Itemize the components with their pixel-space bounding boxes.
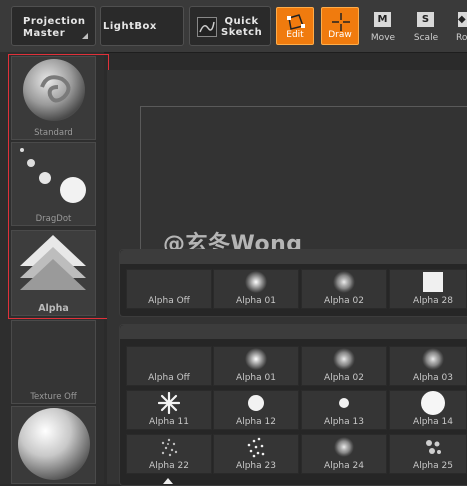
alpha-cell-label: Alpha 02: [324, 373, 364, 383]
projection-master-label: Projection Master: [23, 16, 86, 39]
hard-dot-icon: [248, 395, 264, 411]
alpha-22-cell[interactable]: Alpha 22: [126, 434, 212, 474]
recent-alpha-01[interactable]: Alpha 01: [213, 269, 299, 309]
edit-icon: [287, 14, 305, 30]
alpha-cell-label: Alpha 12: [236, 417, 276, 427]
noisy-dot-icon: [333, 348, 355, 370]
alpha-cell-label: Alpha 11: [149, 417, 189, 427]
alpha-01-thumb-icon: [245, 271, 267, 293]
alpha-library-header: [120, 325, 467, 339]
scale-icon: S: [417, 12, 434, 27]
alpha-12-cell[interactable]: Alpha 12: [213, 390, 299, 430]
top-toolbar: Projection Master LightBox Quick Sketch Ed…: [0, 0, 467, 53]
alpha-cell-label: Alpha 22: [149, 461, 189, 471]
rotate-label: Ro: [456, 33, 467, 43]
alpha-13-cell[interactable]: Alpha 13: [301, 390, 387, 430]
speckle-icon: [161, 438, 178, 457]
projection-master-button[interactable]: Projection Master: [11, 6, 96, 46]
alpha-28-square-icon: [423, 272, 443, 292]
alpha-25-cell[interactable]: Alpha 25: [389, 434, 467, 474]
rotate-icon: ◆: [458, 12, 467, 27]
edit-button[interactable]: Edit: [276, 7, 314, 45]
soft-dot-icon: [422, 348, 444, 370]
recent-alpha-28[interactable]: Alpha 28: [389, 269, 467, 309]
recent-alpha-label: Alpha 28: [413, 296, 453, 306]
speckle-icon: [247, 437, 265, 458]
recent-alphas-header: [120, 250, 467, 264]
alpha-24-cell[interactable]: Alpha 24: [301, 434, 387, 474]
alpha-01-cell[interactable]: Alpha 01: [213, 346, 299, 386]
alpha-cell-label: Alpha 03: [413, 373, 453, 383]
noise-blob-icon: [334, 437, 354, 457]
alpha-cell-label: Alpha 13: [324, 417, 364, 427]
corner-triangle-icon: [82, 33, 88, 39]
draw-button[interactable]: Draw: [321, 7, 359, 45]
alpha-11-cell[interactable]: Alpha 11: [126, 390, 212, 430]
alpha-02-cell[interactable]: Alpha 02: [301, 346, 387, 386]
alpha-cell-label: Alpha 23: [236, 461, 276, 471]
recent-alpha-label: Alpha 02: [324, 296, 364, 306]
highlight-box: [8, 54, 109, 319]
material-sphere-icon: [18, 408, 90, 480]
recent-alpha-label: Alpha Off: [148, 296, 190, 306]
alpha-off-cell[interactable]: Alpha Off: [126, 346, 212, 386]
quick-sketch-button[interactable]: Quick Sketch: [189, 6, 271, 46]
move-icon: M: [374, 12, 391, 27]
alpha-cell-label: Alpha 14: [413, 417, 453, 427]
rotate-button[interactable]: ◆ Ro: [450, 9, 467, 45]
sketch-icon: [197, 17, 217, 37]
cluster-dots-icon: [426, 440, 441, 454]
texture-slot[interactable]: Texture Off: [11, 320, 96, 404]
scale-label: Scale: [413, 33, 439, 43]
alpha-02-thumb-icon: [333, 271, 355, 293]
lightbox-button[interactable]: LightBox: [100, 6, 184, 46]
alpha-cell-label: Alpha Off: [148, 373, 190, 383]
draw-label: Draw: [328, 30, 352, 40]
recent-alpha-label: Alpha 01: [236, 296, 276, 306]
move-label: Move: [370, 33, 396, 43]
small-dot-icon: [339, 398, 349, 408]
large-dot-icon: [421, 391, 445, 415]
alpha-cell-label: Alpha 01: [236, 373, 276, 383]
texture-label: Texture Off: [30, 392, 77, 402]
starburst-icon: [158, 392, 180, 414]
lightbox-label: LightBox: [103, 21, 157, 32]
quick-sketch-label: Quick Sketch: [221, 16, 263, 38]
alpha-03-cell[interactable]: Alpha 03: [389, 346, 467, 386]
recent-alpha-off[interactable]: Alpha Off: [126, 269, 212, 309]
draw-crosshair-icon: [332, 13, 350, 31]
scale-button[interactable]: S Scale: [408, 9, 444, 45]
alpha-cell-label: Alpha 25: [413, 461, 453, 471]
alpha-23-cell[interactable]: Alpha 23: [213, 434, 299, 474]
alpha-14-cell[interactable]: Alpha 14: [389, 390, 467, 430]
alpha-cell-label: Alpha 24: [324, 461, 364, 471]
edit-label: Edit: [286, 30, 304, 40]
material-slot[interactable]: [11, 406, 96, 484]
recent-alpha-02[interactable]: Alpha 02: [301, 269, 387, 309]
move-button[interactable]: M Move: [365, 9, 401, 45]
soft-dot-icon: [245, 348, 267, 370]
